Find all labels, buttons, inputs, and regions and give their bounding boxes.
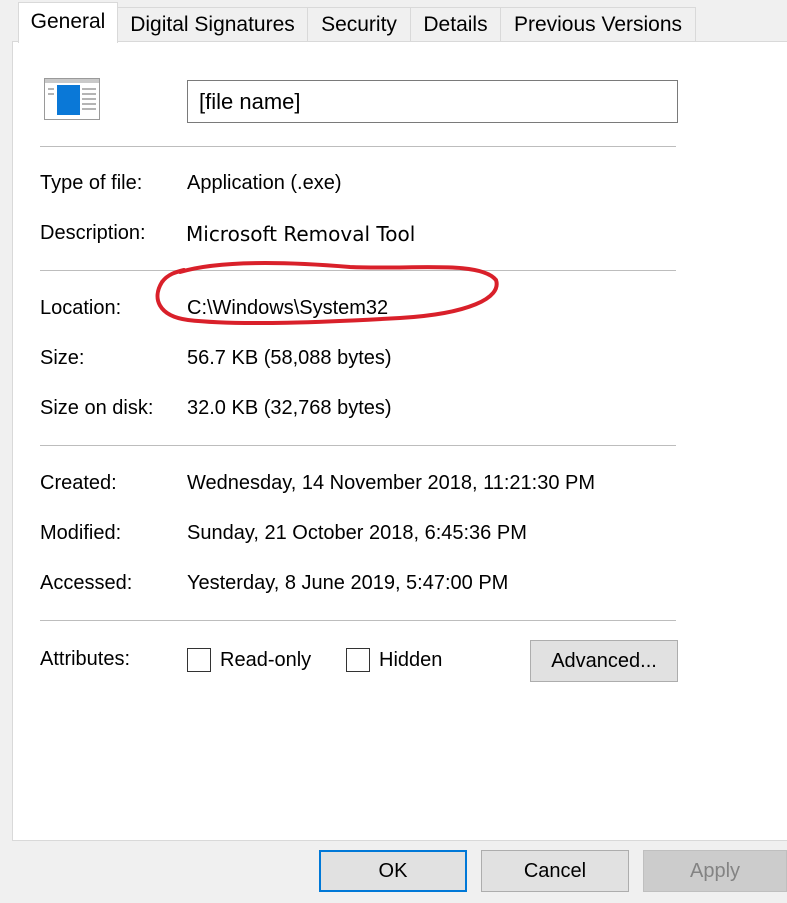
type-of-file-value: Application (.exe) [187,172,342,194]
attributes-label: Attributes: [40,648,131,670]
hidden-checkbox[interactable]: Hidden [346,646,442,674]
description-value: Microsoft Removal Tool [186,222,416,246]
read-only-checkbox[interactable]: Read-only [187,646,311,674]
divider [40,270,676,271]
tab-previous-versions[interactable]: Previous Versions [500,7,696,41]
created-value: Wednesday, 14 November 2018, 11:21:30 PM [187,472,596,494]
location-value: C:\Windows\System32 [187,297,389,319]
size-on-disk-label: Size on disk: [40,397,154,419]
accessed-label: Accessed: [40,572,133,594]
tab-general[interactable]: General [18,2,118,43]
modified-value: Sunday, 21 October 2018, 6:45:36 PM [187,522,527,544]
divider [40,146,676,147]
size-value: 56.7 KB (58,088 bytes) [187,347,392,369]
location-label: Location: [40,297,122,319]
tab-details[interactable]: Details [410,7,501,41]
hidden-checkbox-box[interactable] [346,648,370,672]
read-only-label: Read-only [220,648,312,671]
size-label: Size: [40,347,85,369]
created-label: Created: [40,472,117,494]
type-of-file-label: Type of file: [40,172,143,194]
description-label: Description: [40,222,146,244]
cancel-button[interactable]: Cancel [481,850,629,892]
apply-button[interactable]: Apply [643,850,787,892]
tab-bar: General Digital Signatures Security Deta… [0,0,787,43]
general-tab-panel [12,41,787,841]
advanced-button[interactable]: Advanced... [530,640,678,682]
divider [40,445,676,446]
tab-security[interactable]: Security [307,7,411,41]
tab-digital-signatures[interactable]: Digital Signatures [117,7,308,41]
divider [40,620,676,621]
file-name-input[interactable] [187,80,678,123]
accessed-value: Yesterday, 8 June 2019, 5:47:00 PM [187,572,509,594]
read-only-checkbox-box[interactable] [187,648,211,672]
ok-button[interactable]: OK [319,850,467,892]
application-window-icon [44,78,100,120]
hidden-label: Hidden [379,648,443,671]
modified-label: Modified: [40,522,122,544]
size-on-disk-value: 32.0 KB (32,768 bytes) [187,397,392,419]
